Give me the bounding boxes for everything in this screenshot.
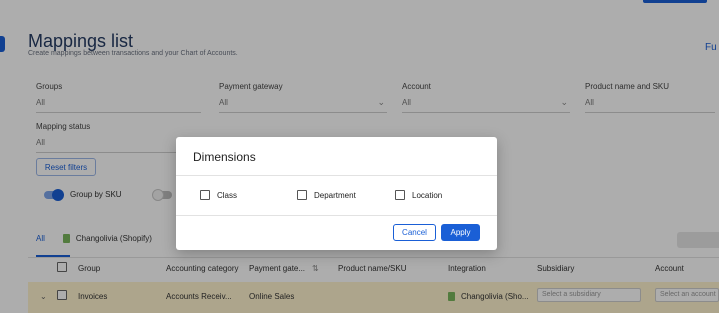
dialog-title: Dimensions	[193, 150, 256, 164]
location-checkbox[interactable]	[395, 190, 405, 200]
dialog-divider-top	[176, 175, 497, 176]
department-checkbox[interactable]	[297, 190, 307, 200]
dialog-divider-bottom	[176, 215, 497, 216]
option-department[interactable]: Department	[297, 190, 356, 200]
option-label: Location	[412, 190, 443, 200]
option-class[interactable]: Class	[200, 190, 237, 200]
dimensions-dialog: Dimensions Class Department Location Can…	[176, 137, 497, 250]
option-label: Class	[217, 190, 238, 200]
option-location[interactable]: Location	[395, 190, 442, 200]
class-checkbox[interactable]	[200, 190, 210, 200]
option-label: Department	[314, 190, 356, 200]
apply-button[interactable]: Apply	[441, 224, 480, 241]
cancel-button[interactable]: Cancel	[393, 224, 436, 241]
